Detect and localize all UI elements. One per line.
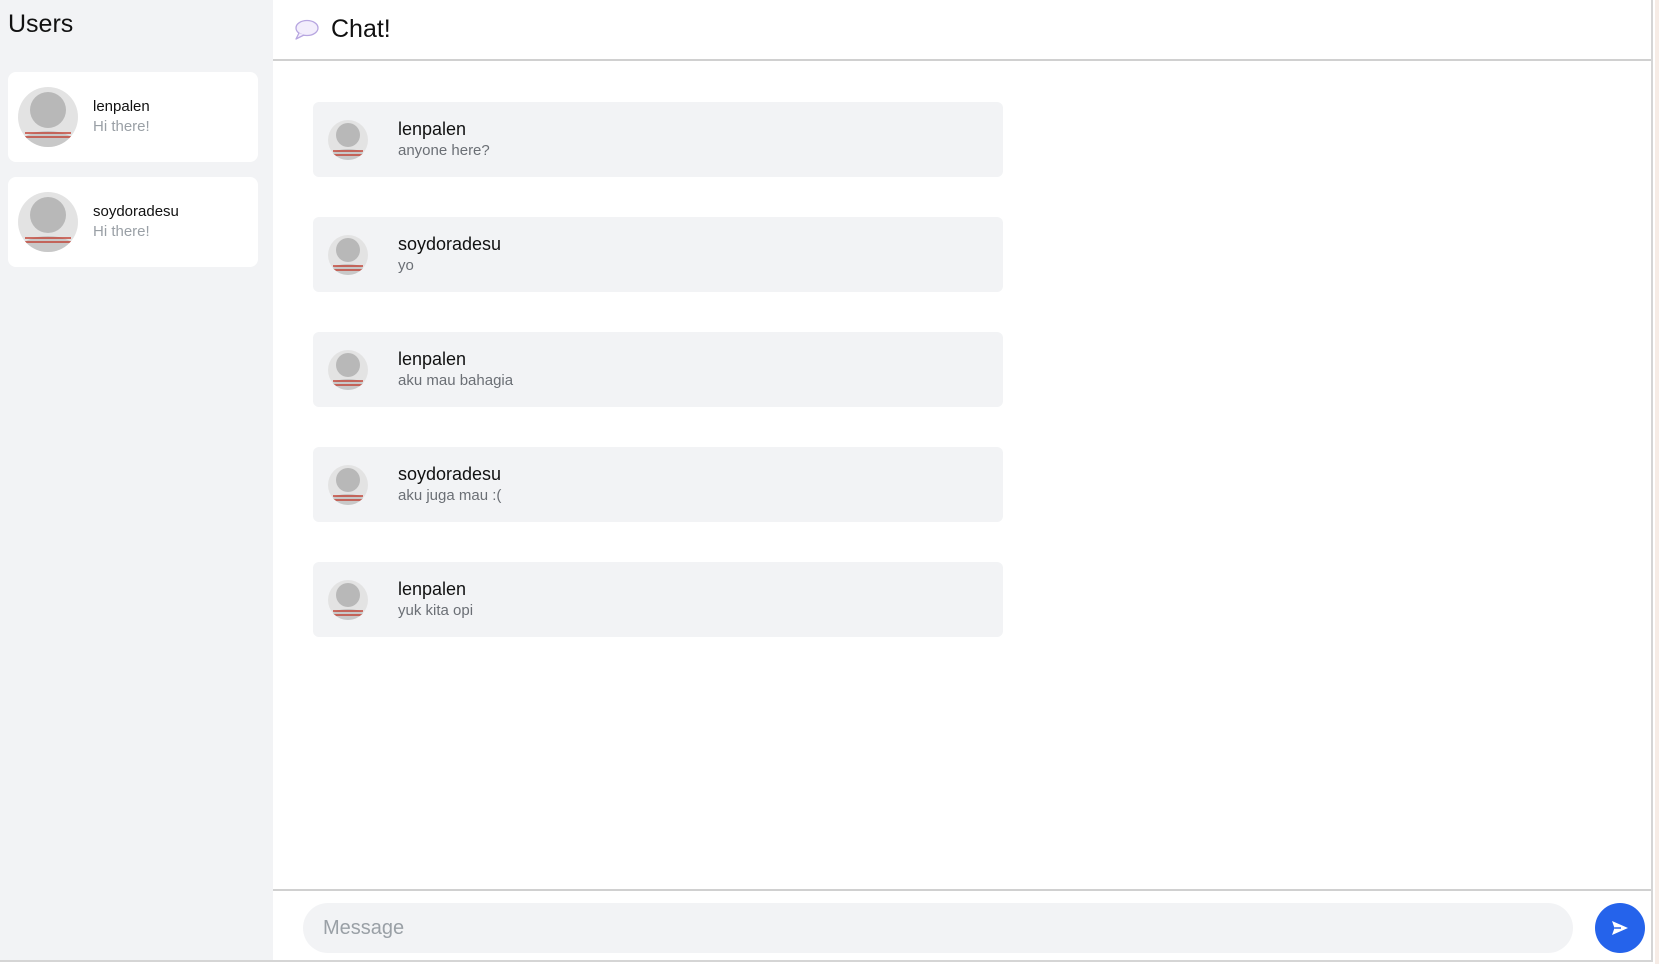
message-item: lenpalen yuk kita opi bbox=[313, 562, 1003, 637]
avatar bbox=[328, 119, 368, 160]
chat-header: Chat! bbox=[273, 0, 1651, 61]
message-text: yuk kita opi bbox=[398, 602, 474, 619]
avatar bbox=[18, 192, 78, 252]
speech-bubble-icon bbox=[295, 19, 319, 40]
message-text: anyone here? bbox=[398, 142, 490, 159]
message-sender: soydoradesu bbox=[398, 464, 502, 484]
user-card-lenpalen[interactable]: lenpalen Hi there! bbox=[8, 72, 258, 162]
message-item: lenpalen anyone here? bbox=[313, 102, 1003, 177]
chat-app: Users lenpalen Hi there! soydoradesu Hi … bbox=[0, 0, 1659, 964]
user-name: lenpalen bbox=[93, 98, 150, 115]
message-item: soydoradesu aku juga mau :( bbox=[313, 447, 1003, 522]
window-edge bbox=[1655, 0, 1659, 964]
message-sender: lenpalen bbox=[398, 119, 467, 139]
avatar bbox=[328, 349, 368, 390]
chat-panel: Chat! lenpalen anyone here? soydoradesu … bbox=[273, 0, 1653, 962]
send-button[interactable] bbox=[1595, 903, 1645, 953]
message-sender: lenpalen bbox=[398, 349, 467, 369]
message-item: soydoradesu yo bbox=[313, 217, 1003, 292]
message-text: aku juga mau :( bbox=[398, 487, 502, 504]
avatar bbox=[328, 464, 368, 505]
avatar bbox=[328, 579, 368, 620]
user-card-soydoradesu[interactable]: soydoradesu Hi there! bbox=[8, 177, 258, 267]
message-input[interactable] bbox=[303, 903, 1573, 953]
avatar bbox=[328, 234, 368, 275]
send-icon bbox=[1612, 921, 1628, 935]
message-text: yo bbox=[398, 257, 414, 274]
message-item: lenpalen aku mau bahagia bbox=[313, 332, 1003, 407]
message-text: aku mau bahagia bbox=[398, 372, 514, 389]
user-last-message: Hi there! bbox=[93, 118, 150, 135]
users-sidebar: Users lenpalen Hi there! soydoradesu Hi … bbox=[0, 0, 273, 962]
page-title: Chat! bbox=[331, 15, 391, 43]
message-sender: lenpalen bbox=[398, 579, 467, 599]
user-name: soydoradesu bbox=[93, 203, 179, 220]
avatar bbox=[18, 87, 78, 147]
sidebar-title: Users bbox=[8, 10, 74, 38]
message-composer bbox=[273, 889, 1651, 962]
user-last-message: Hi there! bbox=[93, 223, 150, 240]
message-sender: soydoradesu bbox=[398, 234, 502, 254]
